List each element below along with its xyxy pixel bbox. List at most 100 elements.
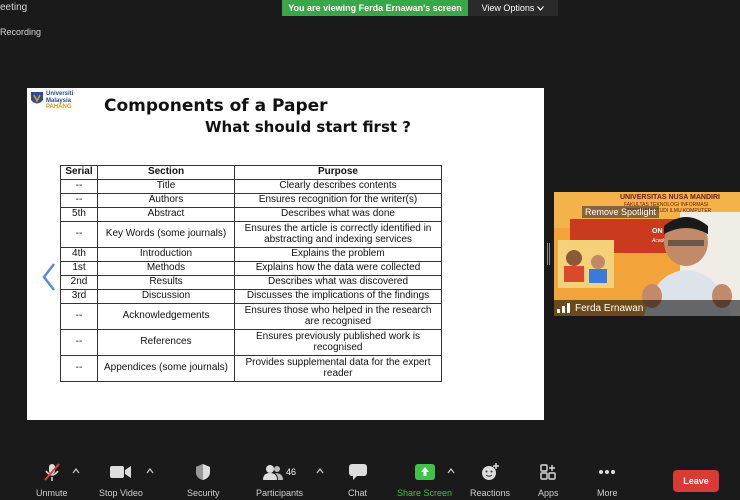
unmute-label: Unmute — [36, 488, 68, 498]
table-row: -- Key Words (some journals) Ensures the a… — [60, 221, 442, 248]
purpose-cell: Ensures recognition for the writer(s) — [234, 193, 442, 208]
stop-video-button[interactable]: Stop Video — [99, 462, 143, 498]
header-purpose: Purpose — [234, 165, 442, 180]
video-banner-university: UNIVERSITAS NUSA MANDIRI — [620, 194, 720, 201]
table-row: 2nd Results Describes what was discovered — [60, 275, 442, 290]
logo-line-3: PAHANG — [46, 104, 72, 110]
purpose-cell: Provides supplemental data for the exper… — [234, 355, 442, 382]
share-screen-button[interactable]: Share Screen — [397, 462, 452, 498]
serial-cell: -- — [60, 221, 98, 248]
viewing-banner: You are viewing Ferda Ernawan's screen V… — [282, 0, 558, 16]
table-row: -- Appendices (some journals) Provides sup… — [60, 355, 442, 382]
view-options-button[interactable]: View Options — [468, 0, 558, 16]
spotlight-video-tile[interactable]: UNIVERSITAS NUSA MANDIRI FAKULTAS TEKNOL… — [554, 192, 740, 316]
university-logo: Universiti Malaysia PAHANG — [30, 91, 84, 113]
serial-cell: -- — [60, 355, 98, 382]
zoom-meeting-window: eeting Recording You are viewing Ferda E… — [0, 0, 740, 500]
purpose-cell: Describes what was done — [234, 207, 442, 222]
chevron-down-icon — [537, 5, 545, 11]
participants-button[interactable]: 46 Participants — [256, 462, 303, 498]
purpose-cell: Ensures the article is correctly identif… — [234, 221, 442, 248]
serial-cell: -- — [60, 303, 98, 330]
more-dots-icon — [599, 470, 616, 474]
chat-button[interactable]: Chat — [348, 462, 367, 498]
shared-slide: Universiti Malaysia PAHANG Components of… — [27, 88, 544, 420]
table-row: -- References Ensures previously published… — [60, 329, 442, 356]
table-header-row: Serial Section Purpose — [60, 165, 442, 180]
security-label: Security — [187, 488, 220, 498]
serial-cell: 2nd — [60, 275, 98, 290]
signal-strength-icon — [557, 303, 570, 313]
section-cell: Authors — [97, 193, 235, 208]
previous-page-arrow-icon[interactable] — [40, 262, 58, 292]
poster-speakers-icon — [564, 250, 607, 283]
chat-label: Chat — [348, 488, 368, 498]
remove-spotlight-button[interactable]: Remove Spotlight — [582, 206, 660, 218]
chevron-up-icon[interactable] — [316, 468, 324, 474]
chevron-up-icon[interactable] — [146, 468, 154, 474]
view-options-label: View Options — [481, 3, 535, 13]
stop-video-label: Stop Video — [99, 488, 143, 498]
purpose-cell: Ensures those who helped in the research… — [234, 303, 442, 330]
purpose-cell: Explains the problem — [234, 247, 442, 262]
apps-label: Apps — [538, 488, 559, 498]
apps-icon — [540, 464, 556, 480]
header-serial: Serial — [60, 165, 98, 180]
share-screen-label: Share Screen — [397, 488, 453, 498]
serial-cell: -- — [60, 193, 98, 208]
header-section: Section — [97, 165, 235, 180]
purpose-cell: Explains how the data were collected — [234, 261, 442, 276]
section-cell: Abstract — [97, 207, 235, 222]
section-cell: Introduction — [97, 247, 235, 262]
components-table: Serial Section Purpose -- Title Clearly de… — [60, 165, 442, 382]
table-row: 3rd Discussion Discusses the implications … — [60, 289, 442, 304]
section-cell: Results — [97, 275, 235, 290]
purpose-cell: Discusses the implications of the findin… — [234, 289, 442, 304]
participants-label: Participants — [256, 488, 304, 498]
section-cell: Title — [97, 179, 235, 194]
university-logo-text: Universiti Malaysia PAHANG — [46, 91, 73, 111]
chevron-up-icon[interactable] — [72, 468, 80, 474]
viewing-screen-label: You are viewing Ferda Ernawan's screen — [282, 0, 468, 16]
serial-cell: 1st — [60, 261, 98, 276]
serial-cell: -- — [60, 179, 98, 194]
video-camera-icon — [109, 466, 131, 478]
purpose-cell: Ensures previously published work is rec… — [234, 329, 442, 356]
reactions-label: Reactions — [470, 488, 511, 498]
more-label: More — [597, 488, 618, 498]
section-cell: Key Words (some journals) — [97, 221, 235, 248]
section-cell: Acknowledgements — [97, 303, 235, 330]
chevron-up-icon[interactable] — [447, 468, 455, 474]
table-row: -- Acknowledgements Ensures those who help… — [60, 303, 442, 330]
section-cell: Appendices (some journals) — [97, 355, 235, 382]
recording-indicator: Recording — [0, 27, 42, 37]
table-row: -- Title Clearly describes contents — [60, 179, 442, 194]
table-row: 5th Abstract Describes what was done — [60, 207, 442, 222]
table-row: 4th Introduction Explains the problem — [60, 247, 442, 262]
table-row: 1st Methods Explains how the data were col… — [60, 261, 442, 276]
resize-handle[interactable] — [547, 243, 550, 265]
security-button[interactable]: Security — [187, 462, 220, 498]
purpose-cell: Clearly describes contents — [234, 179, 442, 194]
share-screen-icon — [414, 464, 435, 480]
apps-button[interactable]: Apps — [538, 462, 559, 498]
participants-count: 46 — [286, 467, 297, 477]
window-title: eeting — [0, 2, 28, 13]
microphone-muted-icon — [43, 463, 60, 481]
university-crest-icon — [31, 92, 43, 104]
video-poster — [558, 240, 614, 288]
chat-bubble-icon — [348, 464, 367, 480]
more-button[interactable]: More — [597, 462, 618, 498]
participant-name: Ferda Ernawan — [575, 302, 644, 314]
slide-subtitle: What should start first ? — [205, 118, 411, 136]
serial-cell: -- — [60, 329, 98, 356]
participants-icon — [263, 465, 283, 480]
leave-button[interactable]: Leave — [673, 470, 719, 492]
section-cell: References — [97, 329, 235, 356]
unmute-button[interactable]: Unmute — [36, 462, 68, 498]
slide-title: Components of a Paper — [104, 96, 328, 116]
reactions-button[interactable]: Reactions — [470, 462, 510, 498]
serial-cell: 3rd — [60, 289, 98, 304]
serial-cell: 4th — [60, 247, 98, 262]
purpose-cell: Describes what was discovered — [234, 275, 442, 290]
